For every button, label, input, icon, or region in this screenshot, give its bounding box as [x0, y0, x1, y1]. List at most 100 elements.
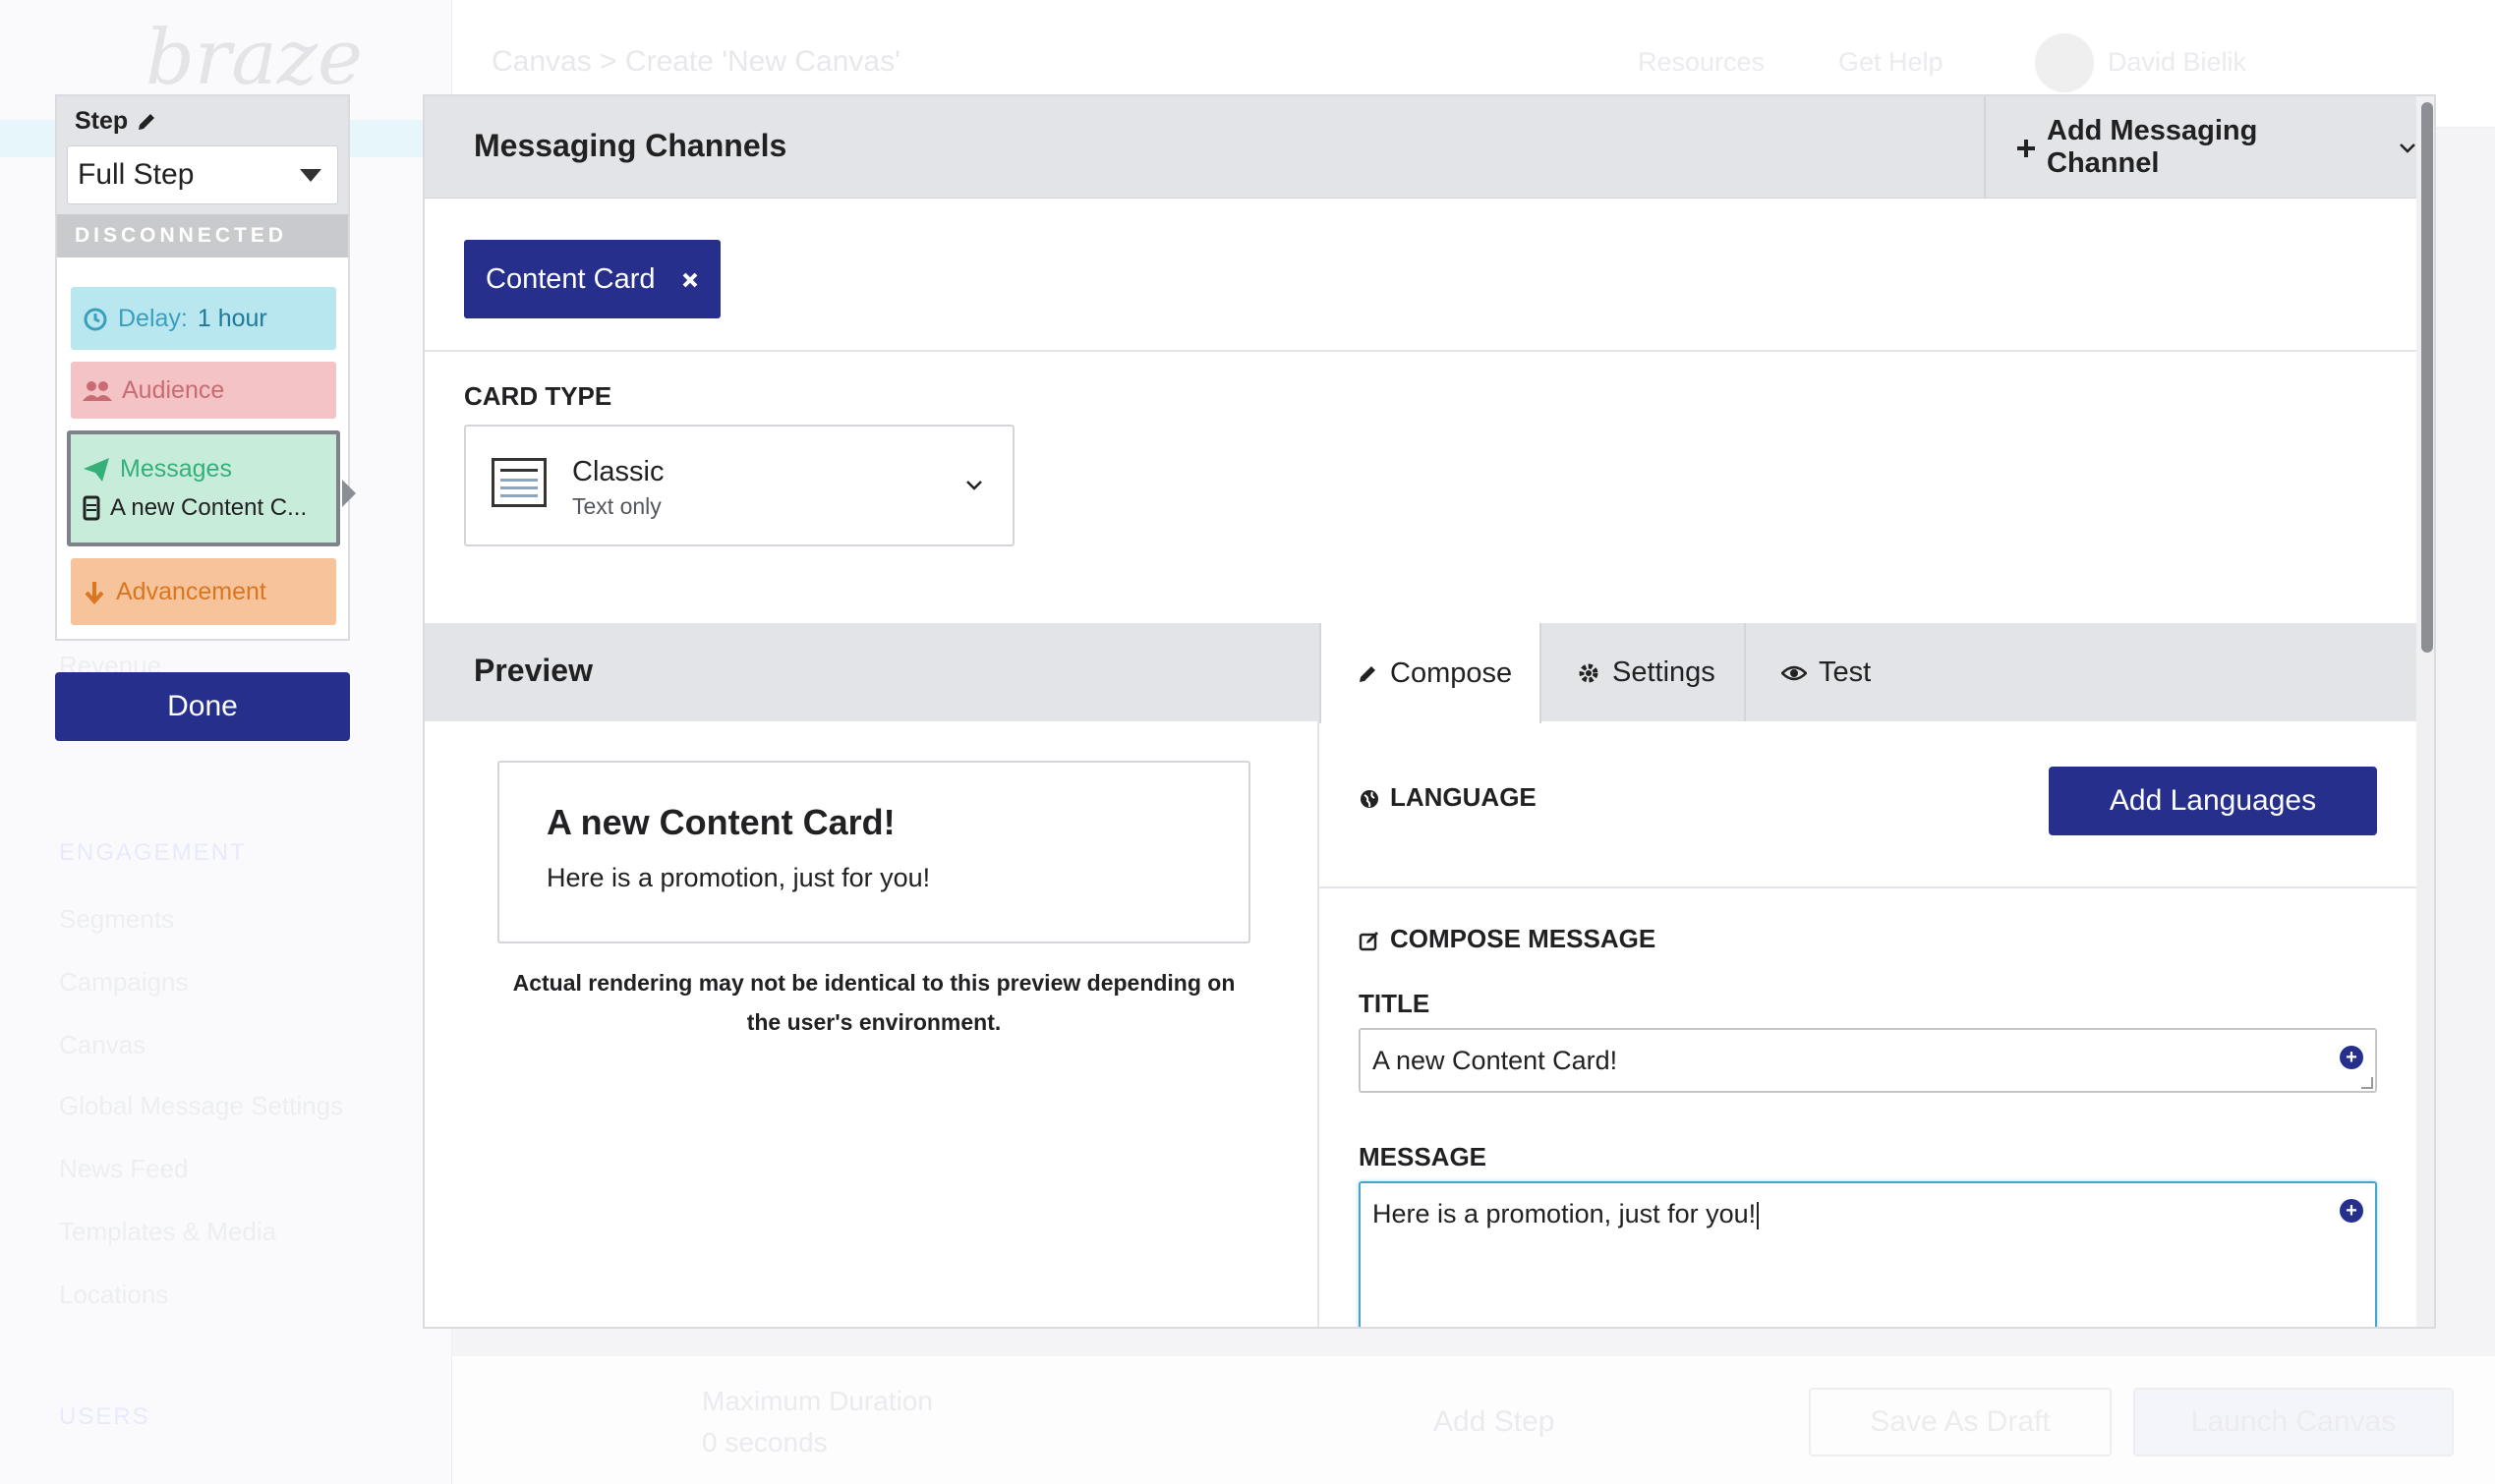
scrollbar-thumb[interactable]: [2421, 102, 2433, 653]
divider: [1319, 886, 2416, 888]
paper-plane-icon: [83, 455, 110, 484]
messaging-channels-header: Messaging Channels Add Messaging Channel: [425, 96, 2416, 199]
tab-settings-label: Settings: [1612, 656, 1715, 688]
preview-note: Actual rendering may not be identical to…: [512, 970, 1236, 1035]
delay-component[interactable]: Delay: 1 hour: [71, 287, 336, 350]
tab-test[interactable]: Test: [1746, 623, 1893, 721]
close-icon[interactable]: [681, 263, 699, 296]
content-card-chip[interactable]: Content Card: [464, 240, 721, 318]
clock-icon: [83, 305, 108, 333]
step-label: Step: [75, 106, 129, 135]
add-personalization-icon[interactable]: +: [2340, 1199, 2363, 1223]
card-type-subtitle: Text only: [572, 493, 662, 519]
nav-campaigns: Campaigns: [59, 967, 189, 997]
edit-icon: [1359, 924, 1380, 954]
nav-news-feed: News Feed: [59, 1154, 189, 1183]
step-pointer-arrow: [342, 480, 356, 507]
nav-templates-media: Templates & Media: [59, 1217, 277, 1246]
messages-label: Messages: [120, 455, 232, 483]
nav-global-message-settings: Global Message Settings: [59, 1091, 344, 1120]
add-step-button: Add Step: [1433, 1405, 1555, 1438]
message-label: MESSAGE: [1359, 1142, 1487, 1171]
advancement-label: Advancement: [116, 577, 266, 605]
pencil-icon: [1357, 657, 1378, 690]
audience-component[interactable]: Audience: [71, 362, 336, 419]
editor-tabs: Compose Settings Test: [1319, 623, 2416, 723]
step-header: Step: [57, 96, 348, 145]
preview-card: A new Content Card! Here is a promotion,…: [497, 761, 1250, 943]
launch-canvas-button: Launch Canvas: [2133, 1388, 2454, 1456]
title-value: A new Content Card!: [1372, 1046, 1618, 1075]
compose-panel: LANGUAGE Add Languages COMPOSE MESSAGE T…: [1319, 721, 2416, 1327]
max-duration-value: 0 seconds: [702, 1427, 828, 1457]
step-editor-modal: Messaging Channels Add Messaging Channel…: [423, 94, 2436, 1329]
max-duration-label: Maximum Duration: [702, 1386, 933, 1416]
chevron-down-icon: [965, 472, 983, 497]
add-messaging-channel-label: Add Messaging Channel: [2047, 115, 2258, 179]
card-type-select[interactable]: Classic Text only: [464, 425, 1015, 546]
tab-test-label: Test: [1819, 656, 1872, 688]
users-icon: [83, 376, 112, 405]
compose-message-label: COMPOSE MESSAGE: [1390, 924, 1656, 953]
arrow-down-icon: [83, 578, 106, 606]
braze-logo: braze: [145, 14, 363, 102]
get-help-menu: Get Help: [1838, 47, 1944, 77]
nav-engagement-heading: ENGAGEMENT: [59, 839, 247, 866]
tab-compose[interactable]: Compose: [1319, 623, 1541, 723]
tab-settings[interactable]: Settings: [1541, 623, 1746, 721]
resources-menu: Resources: [1638, 47, 1766, 77]
nav-segments: Segments: [59, 904, 175, 934]
delay-value: 1 hour: [197, 304, 267, 332]
step-select-area: Full Step: [57, 145, 348, 214]
delay-label: Delay:: [118, 304, 188, 332]
nav-canvas: Canvas: [59, 1030, 146, 1059]
channel-row: Content Card: [425, 199, 2416, 352]
language-label: LANGUAGE: [1390, 782, 1537, 812]
step-type-select[interactable]: Full Step: [67, 145, 338, 204]
audience-label: Audience: [122, 375, 225, 404]
user-name: David Bielik: [2108, 47, 2247, 77]
content-card-icon: [83, 493, 100, 522]
compose-message-heading: COMPOSE MESSAGE: [1359, 924, 1655, 954]
step-type-value: Full Step: [78, 158, 195, 191]
message-field[interactable]: Here is a promotion, just for you! +: [1359, 1181, 2377, 1327]
modal-scrollbar[interactable]: [2416, 96, 2434, 1327]
plus-icon: [2015, 132, 2037, 164]
breadcrumb: Canvas > Create 'New Canvas': [492, 45, 900, 78]
resize-handle[interactable]: [2361, 1077, 2373, 1089]
card-type-label: CARD TYPE: [464, 381, 612, 411]
add-languages-button[interactable]: Add Languages: [2049, 767, 2377, 835]
globe-icon: [1359, 782, 1380, 813]
preview-card-message: Here is a promotion, just for you!: [547, 863, 931, 892]
save-draft-button: Save As Draft: [1809, 1388, 2112, 1456]
avatar: [2035, 33, 2094, 92]
eye-icon: [1781, 656, 1807, 689]
messaging-channels-title: Messaging Channels: [474, 128, 787, 163]
nav-locations: Locations: [59, 1280, 169, 1309]
nav-users-heading: USERS: [59, 1403, 150, 1430]
message-item[interactable]: A new Content C...: [110, 494, 346, 522]
text-cursor: [1757, 1201, 1760, 1229]
tab-compose-label: Compose: [1390, 656, 1513, 689]
add-personalization-icon[interactable]: +: [2340, 1046, 2363, 1069]
chevron-down-icon: [2399, 135, 2416, 160]
pencil-icon[interactable]: [136, 107, 157, 136]
caret-down-icon: [300, 168, 321, 182]
done-button[interactable]: Done: [55, 672, 350, 741]
card-type-value: Classic: [572, 456, 665, 487]
content-card-chip-label: Content Card: [486, 262, 656, 295]
gear-icon: [1577, 656, 1600, 689]
preview-card-title: A new Content Card!: [547, 802, 896, 842]
status-badge: DISCONNECTED: [57, 214, 348, 257]
preview-title: Preview: [474, 653, 593, 688]
add-messaging-channel-button[interactable]: Add Messaging Channel: [1984, 96, 2416, 199]
title-label: TITLE: [1359, 989, 1430, 1018]
preview-area: A new Content Card! Here is a promotion,…: [425, 721, 1319, 1327]
message-value: Here is a promotion, just for you!: [1372, 1199, 1757, 1228]
step-panel: Step Full Step DISCONNECTED Delay: 1 hour…: [55, 94, 350, 641]
messages-component[interactable]: Messages A new Content C...: [67, 430, 340, 546]
title-field[interactable]: A new Content Card! +: [1359, 1028, 2377, 1093]
language-heading: LANGUAGE: [1359, 782, 1537, 813]
advancement-component[interactable]: Advancement: [71, 558, 336, 625]
classic-card-icon: [492, 458, 547, 507]
